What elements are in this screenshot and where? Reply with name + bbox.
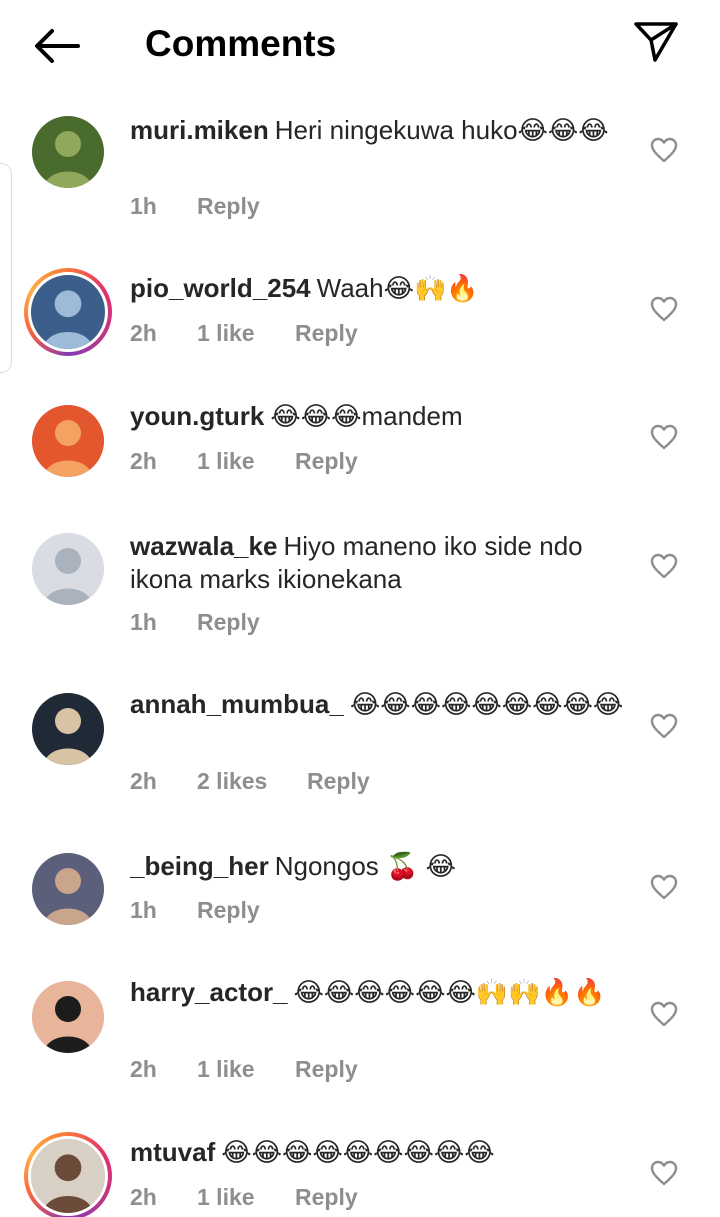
avatar[interactable] xyxy=(32,533,104,605)
paper-plane-icon xyxy=(634,22,678,62)
comment-text: harry_actor_ 😂😂😂😂😂😂🙌🙌🔥🔥 xyxy=(130,976,630,1009)
comment-username[interactable]: muri.miken xyxy=(130,115,269,145)
comment-time: 2h xyxy=(130,1056,157,1082)
avatar-image xyxy=(32,405,104,477)
avatar[interactable] xyxy=(32,853,104,925)
comment-item: _being_her Ngongos 🍒 😂 1h Reply xyxy=(0,850,720,935)
reply-button[interactable]: Reply xyxy=(197,607,260,637)
avatar[interactable] xyxy=(32,981,104,1053)
comment-username[interactable]: mtuvaf xyxy=(130,1137,215,1167)
avatar-image xyxy=(32,981,104,1053)
comment-likes[interactable]: 1 like xyxy=(197,318,255,348)
comment-text: muri.miken Heri ningekuwa huko😂😂😂 xyxy=(130,114,630,147)
comment-item: muri.miken Heri ningekuwa huko😂😂😂 1h Reply xyxy=(0,114,720,231)
comment-body: Ngongos 🍒 😂 xyxy=(274,851,456,881)
avatar-image xyxy=(32,116,104,188)
comment-username[interactable]: annah_mumbua_ xyxy=(130,689,344,719)
heart-icon xyxy=(650,137,678,163)
reply-button[interactable]: Reply xyxy=(295,446,358,476)
comment-likes[interactable]: 1 like xyxy=(197,1182,255,1212)
like-button[interactable] xyxy=(650,874,678,900)
avatar[interactable] xyxy=(32,116,104,188)
comment-text: annah_mumbua_ 😂😂😂😂😂😂😂😂😂 xyxy=(130,688,630,721)
comment-likes[interactable]: 2 likes xyxy=(197,766,267,796)
like-button[interactable] xyxy=(650,296,678,322)
avatar[interactable] xyxy=(32,405,104,477)
back-button[interactable] xyxy=(30,24,82,68)
comment-username[interactable]: youn.gturk xyxy=(130,401,264,431)
like-button[interactable] xyxy=(650,1160,678,1186)
avatar[interactable] xyxy=(24,1132,112,1217)
header: Comments xyxy=(0,0,720,88)
avatar-image xyxy=(32,533,104,605)
heart-icon xyxy=(650,296,678,322)
comment-text: pio_world_254 Waah😂🙌🔥 xyxy=(130,272,630,305)
comment-likes[interactable]: 1 like xyxy=(197,446,255,476)
comment-text: wazwala_ke Hiyo maneno iko side ndo ikona… xyxy=(130,530,630,596)
comment-body: 😂😂😂mandem xyxy=(270,401,463,431)
reply-button[interactable]: Reply xyxy=(197,191,260,221)
reply-button[interactable]: Reply xyxy=(197,895,260,925)
avatar-image xyxy=(32,693,104,765)
share-button[interactable] xyxy=(630,18,682,66)
comment-text: _being_her Ngongos 🍒 😂 xyxy=(130,850,630,883)
comment-text: mtuvaf 😂😂😂😂😂😂😂😂😂 xyxy=(130,1136,630,1169)
comment-item: harry_actor_ 😂😂😂😂😂😂🙌🙌🔥🔥 2h 1 like Reply xyxy=(0,976,720,1094)
comment-likes[interactable]: 1 like xyxy=(197,1054,255,1084)
like-button[interactable] xyxy=(650,553,678,579)
like-button[interactable] xyxy=(650,424,678,450)
like-button[interactable] xyxy=(650,137,678,163)
avatar[interactable] xyxy=(32,693,104,765)
comment-item: pio_world_254 Waah😂🙌🔥 2h 1 like Reply xyxy=(0,268,720,358)
comment-username[interactable]: _being_her xyxy=(130,851,269,881)
comment-username[interactable]: pio_world_254 xyxy=(130,273,311,303)
like-button[interactable] xyxy=(650,1001,678,1027)
comment-item: mtuvaf 😂😂😂😂😂😂😂😂😂 2h 1 like Reply xyxy=(0,1132,720,1217)
comment-body: 😂😂😂😂😂😂😂😂😂 xyxy=(221,1137,495,1167)
comment-item: annah_mumbua_ 😂😂😂😂😂😂😂😂😂 2h 2 likes Reply xyxy=(0,688,720,806)
comment-item: youn.gturk 😂😂😂mandem 2h 1 like Reply xyxy=(0,400,720,486)
arrow-left-icon xyxy=(35,29,80,63)
comment-time: 2h xyxy=(130,768,157,794)
comment-username[interactable]: wazwala_ke xyxy=(130,531,277,561)
avatar[interactable] xyxy=(24,268,112,356)
reply-button[interactable]: Reply xyxy=(295,318,358,348)
heart-icon xyxy=(650,1160,678,1186)
comment-time: 1h xyxy=(130,897,157,923)
heart-icon xyxy=(650,424,678,450)
heart-icon xyxy=(650,553,678,579)
avatar-image xyxy=(28,272,108,352)
comment-text: youn.gturk 😂😂😂mandem xyxy=(130,400,630,433)
comment-body: 😂😂😂😂😂😂🙌🙌🔥🔥 xyxy=(293,977,606,1007)
avatar-image xyxy=(32,853,104,925)
comment-body: Waah😂🙌🔥 xyxy=(316,273,479,303)
like-button[interactable] xyxy=(650,713,678,739)
comment-time: 2h xyxy=(130,320,157,346)
heart-icon xyxy=(650,713,678,739)
comment-time: 2h xyxy=(130,1184,157,1210)
heart-icon xyxy=(650,1001,678,1027)
page-title: Comments xyxy=(145,23,337,64)
heart-icon xyxy=(650,874,678,900)
comment-body: Heri ningekuwa huko😂😂😂 xyxy=(274,115,609,145)
comment-time: 1h xyxy=(130,609,157,635)
reply-button[interactable]: Reply xyxy=(307,766,370,796)
comment-time: 2h xyxy=(130,448,157,474)
comment-item: wazwala_ke Hiyo maneno iko side ndo ikona… xyxy=(0,530,720,647)
comment-time: 1h xyxy=(130,193,157,219)
comment-body: 😂😂😂😂😂😂😂😂😂 xyxy=(349,689,624,719)
avatar-image xyxy=(28,1136,108,1216)
reply-button[interactable]: Reply xyxy=(295,1054,358,1084)
reply-button[interactable]: Reply xyxy=(295,1182,358,1212)
comment-username[interactable]: harry_actor_ xyxy=(130,977,288,1007)
